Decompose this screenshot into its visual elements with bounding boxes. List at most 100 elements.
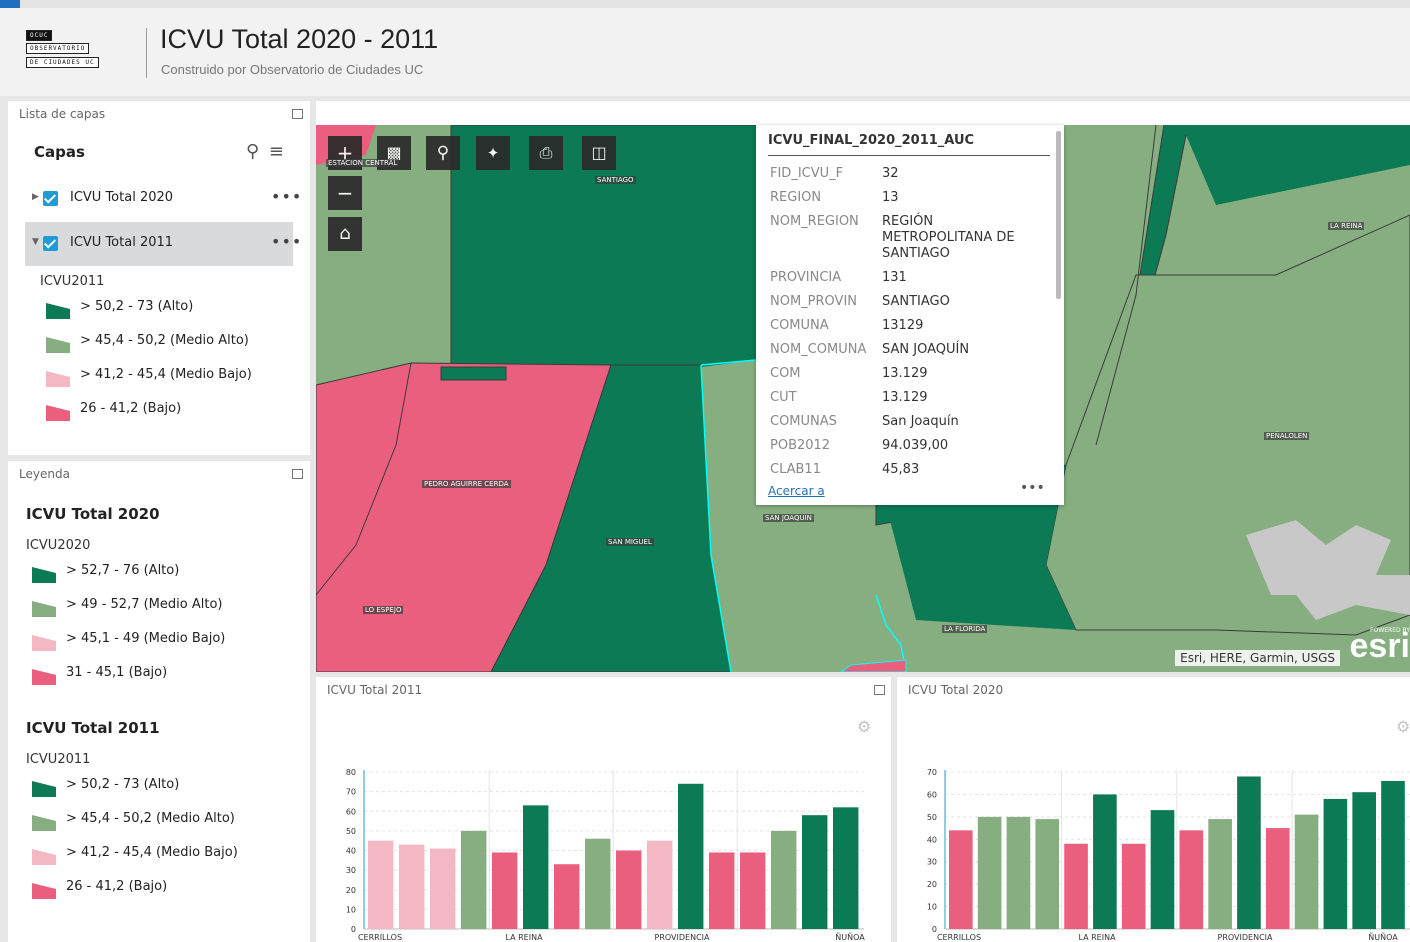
top-strip — [0, 0, 1410, 8]
field-key: PROVINCIA — [770, 270, 842, 285]
expand-icon[interactable]: ▶ — [32, 192, 39, 202]
legend-label: > 45,4 - 50,2 (Medio Alto) — [66, 811, 235, 826]
chart-bar[interactable] — [1352, 792, 1377, 929]
swatch-bajo — [46, 405, 70, 421]
zoom-out-icon[interactable]: − — [328, 176, 362, 210]
x-tick-label: LA REINA — [1078, 933, 1116, 942]
chart-bar[interactable] — [1179, 830, 1204, 929]
chart-bar[interactable] — [1035, 819, 1060, 929]
bar-chart-2011: 0 10 20 30 40 50 60 70 80 CERRILLOS LA REINA PROVID… — [346, 768, 865, 942]
chart-bar[interactable] — [492, 852, 518, 929]
x-tick-label: ÑUÑOA — [1368, 932, 1398, 942]
layer-item-2011[interactable]: ▼ ICVU Total 2011 ••• — [25, 222, 301, 266]
legend-label: > 50,2 - 73 (Alto) — [66, 777, 180, 792]
chart-bar[interactable] — [616, 850, 642, 930]
swatch-medio-alto — [46, 337, 70, 353]
legend-label: 26 - 41,2 (Bajo) — [66, 879, 168, 894]
chart-bar[interactable] — [523, 805, 549, 929]
popup-scrollbar[interactable] — [1056, 131, 1061, 299]
layer-checkbox[interactable] — [43, 191, 58, 206]
x-tick-label: PROVIDENCIA — [655, 933, 711, 942]
collapse-icon[interactable]: ▼ — [32, 237, 39, 247]
maximize-icon[interactable] — [292, 469, 303, 479]
layer-list-panel: Lista de capas Capas ⚲ ≡ ▶ ICVU Total 20… — [8, 101, 310, 455]
print-icon[interactable]: ⎙ — [529, 136, 563, 170]
legend-label: > 50,2 - 73 (Alto) — [80, 299, 194, 314]
chart-bar[interactable] — [949, 830, 973, 929]
chart-bar[interactable] — [1121, 843, 1146, 929]
field-value: 94.039,00 — [882, 438, 949, 453]
home-icon[interactable]: ⌂ — [328, 217, 362, 251]
map-label: LA REINA — [1328, 222, 1365, 230]
chart-bar[interactable] — [709, 852, 735, 929]
map-label: PEDRO AGUIRRE CERDA — [422, 480, 511, 488]
swatch-medio-bajo — [46, 371, 70, 387]
chart-bar[interactable] — [1237, 776, 1261, 929]
chart-bar[interactable] — [430, 848, 456, 929]
compare-icon[interactable]: ◫ — [582, 136, 616, 170]
chart-bar[interactable] — [1064, 843, 1088, 929]
swatch-bajo — [32, 883, 56, 899]
chart-bar[interactable] — [585, 838, 611, 929]
field-key: NOM_COMUNA — [770, 342, 867, 357]
filter-list-icon[interactable]: ≡ — [269, 141, 284, 162]
x-tick-label: CERRILLOS — [358, 933, 402, 942]
field-value: SAN JOAQUÍN — [882, 342, 970, 357]
chart-bar[interactable] — [1208, 819, 1232, 929]
field-value: San Joaquín — [882, 414, 959, 429]
layer-tools: ⚲ ≡ — [246, 141, 284, 162]
esri-logo[interactable]: esri — [1350, 627, 1410, 666]
chart-panel-2011: ICVU Total 2011 ⚙ 0 10 20 30 40 50 60 70 80 CERRI… — [316, 677, 891, 942]
layer-item-2020[interactable]: ▶ ICVU Total 2020 ••• — [25, 177, 301, 221]
swatch-medio-bajo — [32, 849, 56, 865]
logo-line-2: observatorio — [26, 43, 90, 54]
y-tick-label: 50 — [346, 827, 356, 836]
panel-title: Lista de capas — [19, 107, 106, 121]
chart-bar[interactable] — [461, 830, 487, 929]
legend-group-title: ICVU Total 2020 — [26, 505, 160, 523]
chart-bar[interactable] — [1294, 814, 1319, 929]
feature-popup: ICVU_FINAL_2020_2011_AUC FID_ICVU_F 32 RE… — [756, 125, 1064, 505]
y-tick-label: 60 — [346, 807, 356, 816]
chart-bar[interactable] — [1150, 810, 1175, 929]
zoom-to-link[interactable]: Acercar a — [768, 484, 825, 498]
chart-bar[interactable] — [368, 840, 394, 929]
logo-line-3: de ciudades uc — [26, 57, 99, 68]
chart-bar[interactable] — [678, 783, 704, 929]
select-icon[interactable]: ✦ — [476, 136, 510, 170]
search-icon[interactable]: ⚲ — [246, 141, 259, 162]
legend-label: > 45,4 - 50,2 (Medio Alto) — [80, 333, 249, 348]
legend-label: > 45,1 - 49 (Medio Bajo) — [66, 631, 226, 646]
chart-bar[interactable] — [554, 864, 580, 929]
chart-bar[interactable] — [802, 815, 828, 929]
more-options-icon[interactable]: ••• — [271, 187, 302, 206]
chart-panel-2020: ICVU Total 2020 ⚙ 0 10 20 30 40 50 60 70 CERRILL… — [897, 677, 1410, 942]
map-attribution[interactable]: Esri, HERE, Garmin, USGS — [1175, 650, 1340, 666]
y-tick-label: 30 — [346, 866, 356, 875]
popup-title: ICVU_FINAL_2020_2011_AUC — [768, 133, 975, 148]
search-icon[interactable]: ⚲ — [426, 136, 460, 170]
map-label: LA FLORIDA — [942, 625, 988, 633]
chart-bar[interactable] — [1093, 794, 1117, 929]
layer-checkbox[interactable] — [43, 236, 58, 251]
maximize-icon[interactable] — [292, 109, 303, 119]
chart-bar[interactable] — [1265, 828, 1290, 929]
chart-bar[interactable] — [399, 844, 425, 929]
chart-bar[interactable] — [833, 807, 859, 929]
more-options-icon[interactable]: ••• — [271, 232, 302, 251]
chart-bar[interactable] — [647, 840, 673, 929]
y-tick-label: 40 — [346, 847, 356, 856]
chart-bar[interactable] — [1323, 798, 1348, 929]
chart-bar[interactable] — [1381, 780, 1405, 929]
chart-bar[interactable] — [977, 816, 1002, 929]
y-tick-label: 10 — [927, 903, 937, 912]
logo-line-1: ocuc — [26, 30, 53, 41]
popup-more-icon[interactable]: ••• — [1020, 480, 1045, 496]
panel-title: Leyenda — [19, 467, 70, 481]
map-label: PEÑALOLEN — [1264, 432, 1310, 440]
chart-bar[interactable] — [771, 830, 797, 929]
field-key: NOM_REGION — [770, 214, 859, 229]
chart-bar[interactable] — [1006, 816, 1031, 929]
chart-bar[interactable] — [740, 852, 766, 929]
y-tick-label: 70 — [927, 768, 937, 777]
